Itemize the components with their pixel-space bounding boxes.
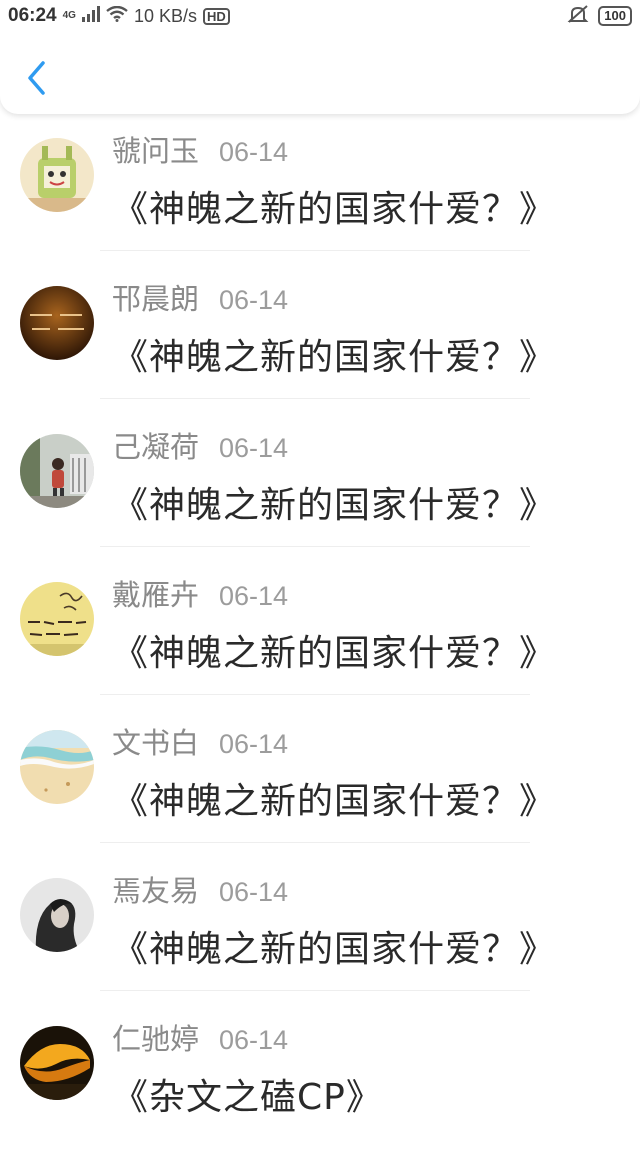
battery-indicator: 100 [598,6,632,26]
orange-boat-avatar[interactable] [20,1026,94,1100]
clock: 06:24 [8,5,57,26]
divider [100,250,530,251]
list-item[interactable]: 文书白 06-14 《神魄之新的国家什爱？》 [0,706,640,854]
divider [100,842,530,843]
article-title[interactable]: 《神魄之新的国家什爱？》 [112,624,556,676]
post-date: 06-14 [219,581,289,611]
status-bar: 06:24 4G 10 KB/s HD 100 [0,0,640,32]
post-date: 06-14 [219,877,289,907]
author-name: 己凝荷 [112,430,200,464]
cartoon-figure-avatar[interactable] [20,138,94,212]
wifi-icon [106,5,128,27]
network-speed: 10 KB/s [133,5,197,26]
author-name: 邗晨朗 [112,282,200,316]
child-photo-avatar[interactable] [20,434,94,508]
signal-icon [81,5,100,27]
divider [100,694,530,695]
list-item[interactable]: 己凝荷 06-14 《神魄之新的国家什爱？》 [0,410,640,558]
article-title[interactable]: 《神魄之新的国家什爱？》 [112,772,556,824]
back-button[interactable] [18,58,54,102]
post-date: 06-14 [219,729,289,759]
list-item[interactable]: 邗晨朗 06-14 《神魄之新的国家什爱？》 [0,262,640,410]
post-date: 06-14 [219,137,289,167]
author-name: 仁驰婷 [112,1022,200,1056]
author-name: 焉友易 [112,874,200,908]
author-name: 文书白 [112,726,200,760]
author-name: 戴雁卉 [112,578,200,612]
chevron-left-icon [25,60,47,100]
handwriting-avatar[interactable] [20,582,94,656]
post-date: 06-14 [219,285,289,315]
list-item[interactable]: 仁驰婷 06-14 《杂文之磕CP》 [0,1002,640,1150]
hd-badge: HD [203,7,230,25]
portrait-bw-avatar[interactable] [20,878,94,952]
article-title[interactable]: 《杂文之磕CP》 [112,1068,383,1120]
divider [100,546,530,547]
article-title[interactable]: 《神魄之新的国家什爱？》 [112,180,556,232]
silent-icon [566,4,590,29]
article-title[interactable]: 《神魄之新的国家什爱？》 [112,476,556,528]
post-date: 06-14 [219,433,289,463]
post-date: 06-14 [219,1025,289,1055]
article-title[interactable]: 《神魄之新的国家什爱？》 [112,920,556,972]
article-title[interactable]: 《神魄之新的国家什爱？》 [112,328,556,380]
list-item[interactable]: 虢问玉 06-14 《神魄之新的国家什爱？》 [0,114,640,262]
list-item[interactable]: 戴雁卉 06-14 《神魄之新的国家什爱？》 [0,558,640,706]
divider [100,398,530,399]
list-item[interactable]: 焉友易 06-14 《神魄之新的国家什爱？》 [0,854,640,1002]
dark-text-avatar[interactable] [20,286,94,360]
divider [100,990,530,991]
network-type: 4G [62,10,76,21]
article-list: 虢问玉 06-14 《神魄之新的国家什爱？》 邗晨朗 06-14 《神魄之新的国… [0,114,640,1150]
beach-avatar[interactable] [20,730,94,804]
author-name: 虢问玉 [112,134,200,168]
